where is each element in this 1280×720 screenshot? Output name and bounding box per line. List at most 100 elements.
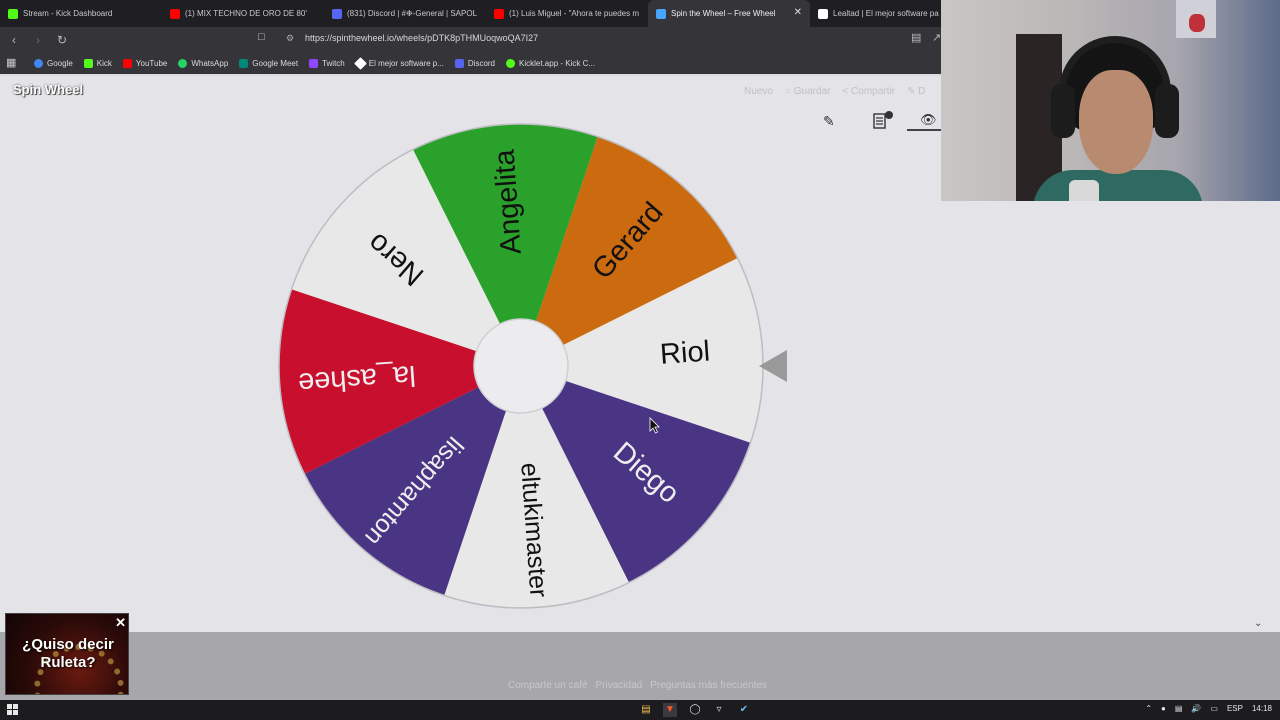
headphones-icon: [1059, 36, 1171, 96]
tab-title: (1) Luis Miguel - "Ahora te puedes m: [509, 9, 640, 18]
tab-kick-dashboard[interactable]: Stream - Kick Dashboard: [0, 0, 162, 27]
kick-icon: [83, 58, 93, 68]
bookmark-label: Kick: [96, 58, 112, 68]
kicklet-icon: [506, 58, 516, 68]
back-arrow-icon[interactable]: ‹: [4, 30, 24, 50]
diamond-icon: [353, 56, 367, 70]
tab-discord[interactable]: (831) Discord | #❉-General | SAPOL: [324, 0, 486, 27]
webcam-person-shirt: [1033, 170, 1203, 201]
roulette-ad[interactable]: ¿Quiso decir Ruleta? ✕: [5, 613, 129, 695]
wheel-center-hub[interactable]: [473, 318, 569, 414]
bookmark-google[interactable]: Google: [34, 58, 73, 68]
support-link[interactable]: Comparte un café: [508, 680, 588, 691]
bookmark-whatsapp[interactable]: WhatsApp: [178, 58, 229, 68]
chevron-up-icon[interactable]: ⌃: [1145, 704, 1152, 713]
google-meet-icon: [239, 58, 249, 68]
volume-icon[interactable]: 🔊: [1191, 704, 1201, 713]
bookmark-google-meet[interactable]: Google Meet: [239, 58, 299, 68]
bookmark-label: Twitch: [322, 58, 345, 68]
bookmark-label: Google Meet: [252, 58, 299, 68]
youtube-favicon-icon: [494, 8, 504, 19]
pencil-icon[interactable]: ✎: [823, 113, 835, 130]
spin-wheel[interactable]: RiolDiegoeltukimasterlisaphamtonla_ashee…: [272, 120, 792, 616]
privacy-link[interactable]: Privacidad: [596, 680, 643, 691]
microphone-tray-icon[interactable]: ●: [1161, 704, 1166, 713]
bookmark-kick[interactable]: Kick: [83, 58, 112, 68]
tab-title: Stream - Kick Dashboard: [23, 9, 113, 18]
microphone-icon: [1069, 180, 1099, 201]
tab-spin-the-wheel[interactable]: Spin the Wheel – Free Wheel ✕: [648, 0, 810, 27]
ad-text: ¿Quiso decir Ruleta?: [6, 636, 128, 672]
network-icon[interactable]: ▤: [1175, 704, 1183, 713]
bookmark-discord[interactable]: Discord: [454, 58, 496, 68]
windows-taskbar: ▤ ▼ ◯ ▿ ✔ ⌃ ● ▤ 🔊 ▭ ESP 14:18: [0, 700, 1280, 720]
twitch-icon: [309, 58, 319, 68]
bookmark-label: Google: [47, 58, 73, 68]
headphone-right-cup: [1155, 84, 1179, 138]
tab-title: (1) MIX TECHNO DE ORO DE 80': [185, 9, 307, 18]
ad-line-1: ¿Quiso decir: [22, 636, 114, 653]
bookmark-twitch[interactable]: Twitch: [309, 58, 345, 68]
tab-title: (831) Discord | #❉-General | SAPOL: [347, 9, 478, 18]
reader-mode-icon[interactable]: ▤: [911, 31, 921, 44]
close-tab-icon[interactable]: ✕: [794, 7, 802, 18]
save-button[interactable]: ○ Guardar: [785, 86, 831, 97]
spinwheel-favicon-icon: [656, 8, 666, 19]
bookmark-icon[interactable]: □: [258, 31, 265, 43]
reload-icon[interactable]: ↻: [52, 30, 72, 50]
share-button[interactable]: < Compartir: [842, 86, 895, 97]
steam-icon[interactable]: ✔: [737, 703, 751, 717]
close-icon[interactable]: ✕: [115, 615, 126, 631]
apps-grid-icon[interactable]: ▦: [6, 56, 20, 70]
kick-favicon-icon: [8, 8, 18, 19]
lealtad-favicon-icon: [818, 8, 828, 19]
clock[interactable]: 14:18: [1252, 704, 1272, 713]
edit-button[interactable]: ✎ D: [907, 86, 925, 97]
app-icon[interactable]: ▿: [712, 703, 726, 717]
chevron-down-icon[interactable]: ⌄: [1254, 618, 1262, 629]
extensions-icon[interactable]: ↗: [932, 31, 941, 44]
whatsapp-icon: [178, 58, 188, 68]
results-list-icon[interactable]: [872, 110, 894, 130]
brave-browser-icon[interactable]: ▼: [663, 703, 677, 717]
discord-icon: [454, 58, 464, 68]
tab-title: Lealtad | El mejor software pa: [833, 9, 939, 18]
language-indicator[interactable]: ESP: [1227, 704, 1243, 713]
bookmark-label: Discord: [467, 58, 496, 68]
google-icon: [34, 58, 43, 68]
battery-icon[interactable]: ▭: [1210, 704, 1218, 713]
bookmark-software[interactable]: El mejor software p...: [353, 56, 444, 70]
faq-link[interactable]: Preguntas más frecuentes: [650, 680, 767, 691]
page-footer: Comparte un café Privacidad Preguntas má…: [0, 632, 1280, 700]
bookmark-label: El mejor software p...: [368, 58, 444, 68]
bookmark-kicklet[interactable]: Kicklet.app - Kick C...: [506, 58, 596, 68]
bookmark-label: WhatsApp: [191, 58, 229, 68]
site-logo[interactable]: Spin Wheel: [13, 82, 83, 97]
system-tray: ⌃ ● ▤ 🔊 ▭ ESP 14:18: [1136, 704, 1272, 713]
windows-start-icon[interactable]: [7, 704, 18, 715]
bookmark-label: YouTube: [135, 58, 168, 68]
bookmark-label: Kicklet.app - Kick C...: [519, 58, 596, 68]
ad-line-2: Ruleta?: [40, 654, 96, 671]
new-button[interactable]: Nuevo: [744, 86, 773, 97]
webcam-background-poster-figure: [1189, 14, 1205, 32]
active-tab-underline: [907, 129, 941, 131]
bookmark-youtube[interactable]: YouTube: [122, 58, 168, 68]
hide-eye-icon[interactable]: 👁: [920, 112, 937, 128]
tab-youtube-mix[interactable]: (1) MIX TECHNO DE ORO DE 80': [162, 0, 324, 27]
tab-title: Spin the Wheel – Free Wheel: [671, 9, 776, 18]
webcam-overlay: [941, 0, 1280, 201]
address-bar[interactable]: https://spinthewheel.io/wheels/pDTK8pTHM…: [305, 33, 538, 43]
youtube-icon: [122, 58, 132, 68]
footer-links: Comparte un café Privacidad Preguntas má…: [508, 680, 775, 691]
file-explorer-icon[interactable]: ▤: [639, 703, 653, 717]
headphone-left-cup: [1051, 84, 1075, 138]
wheel-segment-label: Riol: [659, 335, 711, 370]
site-info-icon[interactable]: ⚙: [286, 33, 294, 44]
obs-icon[interactable]: ◯: [688, 703, 702, 717]
wheel-toolbar: Nuevo ○ Guardar < Compartir ✎ D: [744, 86, 937, 97]
youtube-favicon-icon: [170, 8, 180, 19]
forward-arrow-icon[interactable]: ›: [28, 30, 48, 50]
discord-favicon-icon: [332, 8, 342, 19]
tab-youtube-luis-miguel[interactable]: (1) Luis Miguel - "Ahora te puedes m: [486, 0, 648, 27]
